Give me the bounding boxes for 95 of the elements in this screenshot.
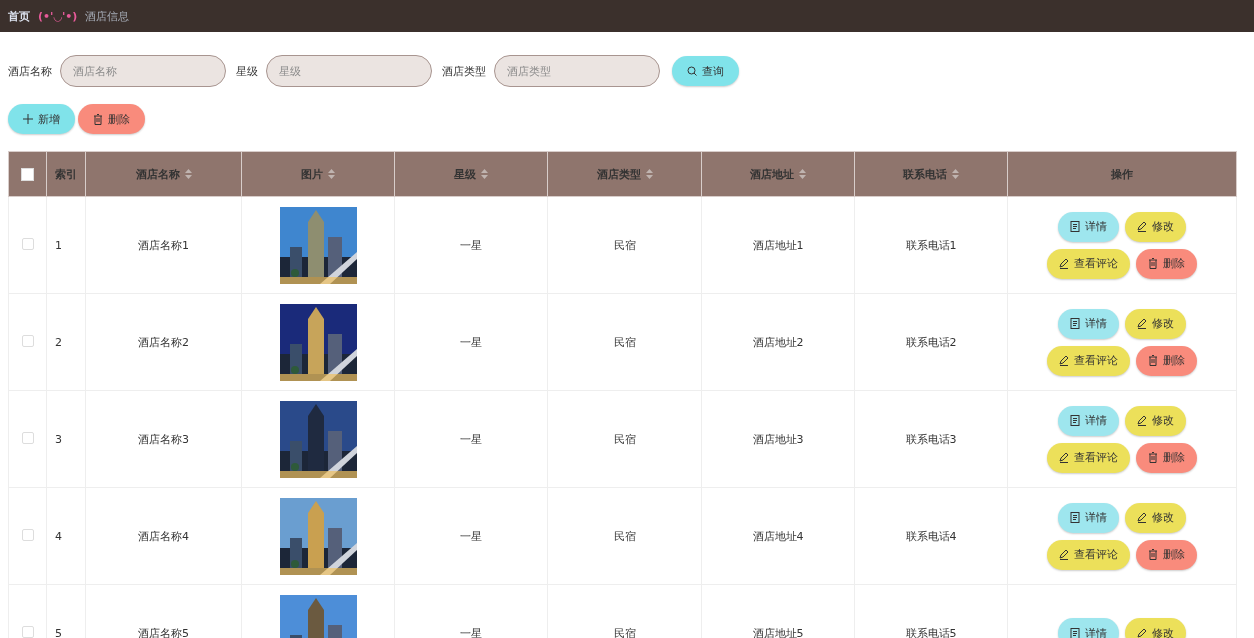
input-field[interactable]: 星级 <box>266 55 432 87</box>
table-cell: 酒店名称3 <box>138 432 189 446</box>
table-cell: 一星 <box>460 529 482 543</box>
sort-icon[interactable] <box>184 169 192 179</box>
table-cell: 5 <box>55 626 62 638</box>
column-header: 操作 <box>1111 166 1133 182</box>
plus-icon <box>23 114 33 124</box>
pencil-icon <box>1059 452 1069 463</box>
delete-button[interactable]: 删除 <box>78 104 145 134</box>
table-cell: 联系电话4 <box>905 529 957 543</box>
column-header: 索引 <box>55 166 77 182</box>
document-icon <box>1070 415 1080 426</box>
search-button[interactable]: 查询 <box>672 56 739 86</box>
emoticon: (•'◡'•) <box>38 9 78 23</box>
search-icon <box>687 66 697 76</box>
table-cell: 一星 <box>460 335 482 349</box>
edit-button[interactable]: 修改 <box>1125 211 1186 242</box>
table-cell: 4 <box>55 529 62 543</box>
table-cell: 民宿 <box>613 335 636 349</box>
table-cell: 联系电话5 <box>905 626 957 638</box>
table-cell: 酒店名称2 <box>138 335 189 349</box>
table-cell: 民宿 <box>613 238 636 252</box>
detail-button[interactable]: 详情 <box>1058 308 1119 339</box>
table-cell: 酒店地址2 <box>752 335 804 349</box>
row-checkbox[interactable] <box>21 431 34 444</box>
detail-button[interactable]: 详情 <box>1058 405 1119 436</box>
detail-button[interactable]: 详情 <box>1058 618 1119 638</box>
field-label: 酒店名称 <box>8 63 52 79</box>
document-icon <box>1070 512 1080 523</box>
table-cell: 一星 <box>460 626 482 638</box>
review-button[interactable]: 查看评论 <box>1047 248 1130 279</box>
sort-icon[interactable] <box>328 169 335 179</box>
table-cell: 酒店地址1 <box>752 238 804 252</box>
input-field[interactable]: 酒店名称 <box>60 55 226 87</box>
review-button[interactable]: 查看评论 <box>1047 345 1130 376</box>
field-label: 星级 <box>236 63 258 79</box>
edit-button[interactable]: 修改 <box>1125 618 1186 638</box>
table-cell: 一星 <box>460 432 482 446</box>
table-cell: 联系电话3 <box>905 432 957 446</box>
pencil-icon <box>1137 512 1147 523</box>
delete-button[interactable]: 删除 <box>1136 345 1197 376</box>
table-cell: 一星 <box>460 238 482 252</box>
review-button[interactable]: 查看评论 <box>1047 442 1130 473</box>
table-cell: 酒店地址3 <box>752 432 804 446</box>
row-checkbox[interactable] <box>21 625 34 638</box>
table-cell: 联系电话1 <box>905 238 957 252</box>
table-cell: 酒店名称5 <box>138 626 189 638</box>
row-checkbox[interactable] <box>21 334 34 347</box>
field-label: 酒店类型 <box>442 63 486 79</box>
trash-icon <box>1148 452 1158 463</box>
add-button[interactable]: 新增 <box>8 104 75 134</box>
pencil-icon <box>1059 355 1069 366</box>
table-cell: 联系电话2 <box>905 335 957 349</box>
review-button[interactable]: 查看评论 <box>1047 539 1130 570</box>
table-cell: 民宿 <box>613 626 636 638</box>
select-all-checkbox[interactable] <box>21 167 34 181</box>
pencil-icon <box>1137 627 1147 638</box>
trash-icon <box>1148 355 1158 366</box>
detail-button[interactable]: 详情 <box>1058 211 1119 242</box>
delete-button[interactable]: 删除 <box>1136 248 1197 279</box>
edit-button[interactable]: 修改 <box>1125 308 1186 339</box>
trash-icon <box>93 113 103 125</box>
edit-button[interactable]: 修改 <box>1125 502 1186 533</box>
pencil-icon <box>1137 318 1147 329</box>
trash-icon <box>1148 549 1158 560</box>
table-cell: 3 <box>55 432 62 446</box>
table-cell: 民宿 <box>613 432 636 446</box>
table-cell: 酒店地址4 <box>752 529 804 543</box>
table-cell: 1 <box>55 238 62 252</box>
delete-button[interactable]: 删除 <box>1136 539 1197 570</box>
input-field[interactable]: 酒店类型 <box>494 55 660 87</box>
document-icon <box>1070 627 1080 638</box>
trash-icon <box>1148 258 1158 269</box>
row-checkbox[interactable] <box>21 237 34 250</box>
pencil-icon <box>1137 221 1147 232</box>
table-cell: 酒店名称4 <box>138 529 189 543</box>
table-cell: 酒店地址5 <box>752 626 804 638</box>
breadcrumb-home[interactable]: 首页 <box>8 8 30 24</box>
document-icon <box>1070 221 1080 232</box>
table-cell: 酒店名称1 <box>138 238 189 252</box>
document-icon <box>1070 318 1080 329</box>
sort-icon[interactable] <box>645 169 653 179</box>
pencil-icon <box>1059 258 1069 269</box>
pencil-icon <box>1137 415 1147 426</box>
sort-icon[interactable] <box>952 169 959 179</box>
table-cell: 民宿 <box>613 529 636 543</box>
sort-icon[interactable] <box>799 169 806 179</box>
pencil-icon <box>1059 549 1069 560</box>
edit-button[interactable]: 修改 <box>1125 405 1186 436</box>
row-checkbox[interactable] <box>21 528 34 541</box>
breadcrumb-current: 酒店信息 <box>85 8 130 24</box>
sort-icon[interactable] <box>481 169 488 179</box>
delete-button[interactable]: 删除 <box>1136 442 1197 473</box>
table-cell: 2 <box>55 335 62 349</box>
detail-button[interactable]: 详情 <box>1058 502 1119 533</box>
